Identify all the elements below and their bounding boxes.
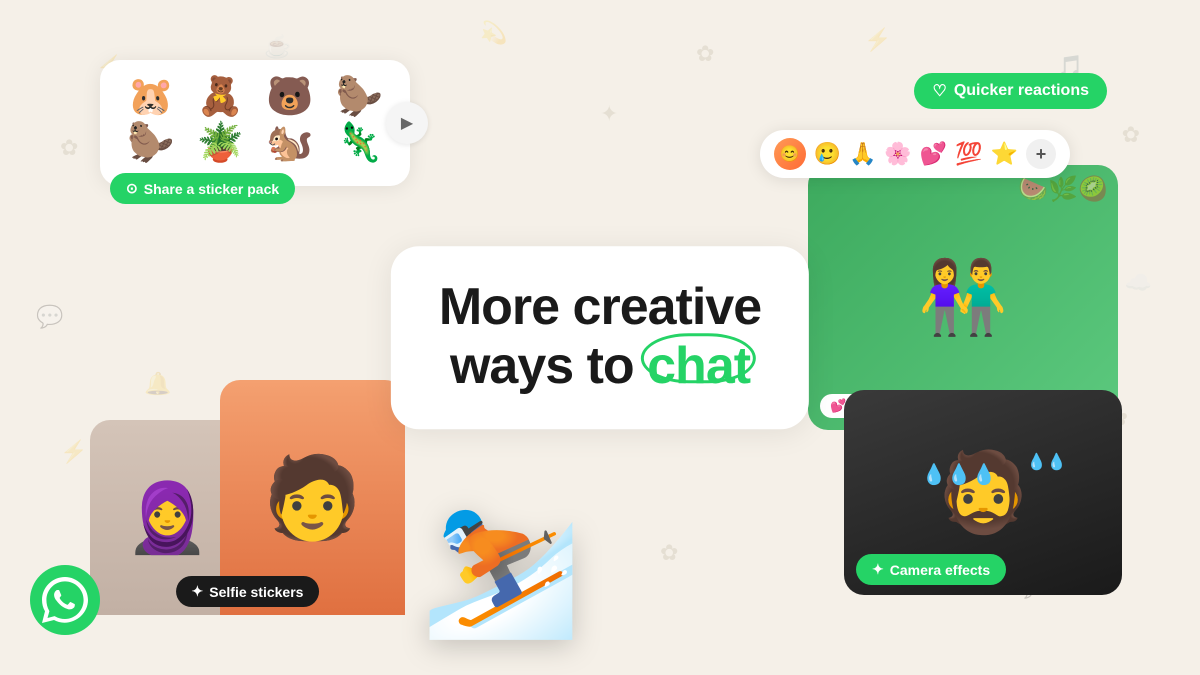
sticker-2: 🧸 [190, 78, 252, 116]
reaction-emoji-5[interactable]: 💯 [955, 141, 982, 167]
food-decoration: 🍉🌿🥝 [1018, 175, 1108, 204]
selfie-stickers-label: Selfie stickers [209, 584, 303, 600]
sparkle-icon: ✦ [872, 561, 884, 578]
headline-ways-to: ways to [450, 338, 647, 396]
quicker-reactions-label: Quicker reactions [954, 82, 1089, 100]
man-face: 🧔 [934, 447, 1031, 539]
sticker-4: 🦫 [329, 78, 391, 116]
quicker-reactions-badge: ♡ Quicker reactions [914, 73, 1107, 109]
camera-effects-badge: ✦ Camera effects [856, 554, 1006, 585]
people-cutouts: 🧕 🧑 ✦ Selfie stickers [90, 380, 405, 615]
reaction-emoji-2[interactable]: 🙏 [849, 141, 876, 167]
sticker-send-button[interactable]: ▶ [386, 102, 428, 144]
skier-cutout: ⛷️ [420, 492, 582, 645]
sticker-7: 🐿️ [259, 124, 321, 162]
share-sticker-label: Share a sticker pack [144, 181, 279, 197]
headline-text: More creative ways to chat [439, 278, 761, 398]
reaction-emoji-3[interactable]: 🌸 [884, 141, 911, 167]
sticker-1: 🐹 [120, 78, 182, 116]
headline-line1: More creative [439, 278, 761, 338]
reaction-emoji-4[interactable]: 💕 [920, 141, 947, 167]
emoji-reaction-bar: 😊 🥲 🙏 🌸 💕 💯 ⭐ + [760, 130, 1070, 178]
selfie-stickers-badge: ✦ Selfie stickers [176, 576, 320, 607]
avatar-user: 😊 [774, 138, 806, 170]
sticker-6: 🪴 [190, 124, 252, 162]
share-sticker-badge: ⊙ Share a sticker pack [110, 173, 295, 204]
headline-chat-word: chat [647, 338, 750, 398]
sticker-5: 🦫 [120, 124, 182, 162]
main-container: 🐹 🧸 🐻 🦫 🦫 🪴 🐿️ 🦎 ▶ ⊙ Share a sticker pac… [0, 0, 1200, 675]
tear-drops-right: 💧💧 [1027, 452, 1067, 472]
reaction-emoji-6[interactable]: ⭐ [991, 141, 1018, 167]
selfie-icon: ✦ [192, 583, 204, 600]
share-icon: ⊙ [126, 180, 138, 197]
whatsapp-logo [30, 565, 100, 635]
headline-card: More creative ways to chat [391, 246, 809, 430]
camera-effects-label: Camera effects [890, 562, 990, 578]
headline-line2: ways to chat [439, 338, 761, 398]
reaction-emoji-1[interactable]: 🥲 [814, 141, 841, 167]
sticker-grid: 🐹 🧸 🐻 🦫 🦫 🪴 🐿️ 🦎 [120, 78, 390, 162]
camera-effects-panel: 🧔 💧💧💧 💧💧 ✦ Camera effects [844, 390, 1122, 595]
add-reaction-button[interactable]: + [1026, 139, 1056, 169]
sticker-panel: 🐹 🧸 🐻 🦫 🦫 🪴 🐿️ 🦎 ▶ ⊙ Share a sticker pac… [100, 60, 410, 186]
sticker-3: 🐻 [259, 78, 321, 116]
sticker-8: 🦎 [329, 124, 391, 162]
tear-drops: 💧💧💧 [922, 462, 997, 487]
heart-icon: ♡ [932, 81, 946, 101]
